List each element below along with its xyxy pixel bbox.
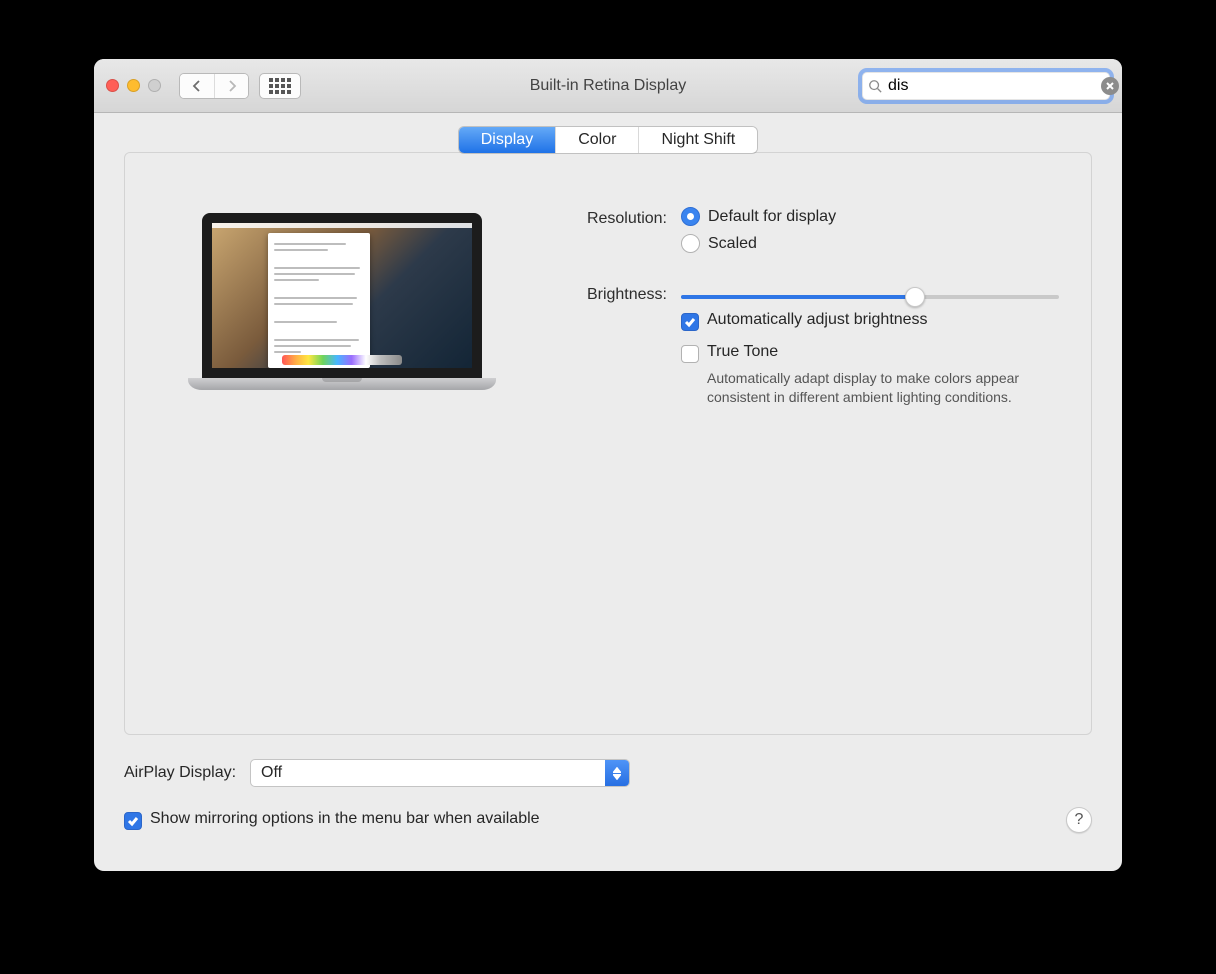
resolution-row: Resolution: Default for display Scaled (547, 207, 1059, 261)
back-button[interactable] (180, 74, 214, 98)
airplay-value: Off (251, 764, 605, 782)
brightness-label: Brightness: (547, 283, 667, 304)
auto-brightness-checkbox[interactable]: Automatically adjust brightness (681, 311, 1059, 331)
airplay-label: AirPlay Display: (124, 764, 236, 782)
clear-search-button[interactable] (1101, 77, 1119, 95)
resolution-default-label: Default for display (708, 208, 836, 226)
window-controls (106, 79, 161, 92)
macbook-image (202, 213, 482, 390)
true-tone-label: True Tone (707, 343, 778, 361)
display-panel: Resolution: Default for display Scaled (124, 152, 1092, 735)
true-tone-description: Automatically adapt display to make colo… (707, 369, 1059, 407)
help-button[interactable]: ? (1066, 807, 1092, 833)
search-field[interactable] (862, 72, 1110, 100)
brightness-slider[interactable] (681, 295, 1059, 299)
close-window-button[interactable] (106, 79, 119, 92)
mirroring-row: Show mirroring options in the menu bar w… (124, 807, 1092, 833)
resolution-label: Resolution: (547, 207, 667, 228)
footer: AirPlay Display: Off Show mirroring opti… (124, 735, 1092, 853)
forward-button[interactable] (214, 74, 248, 98)
mirroring-label: Show mirroring options in the menu bar w… (150, 810, 540, 828)
resolution-scaled-radio[interactable]: Scaled (681, 234, 1059, 253)
resolution-scaled-label: Scaled (708, 235, 757, 253)
device-preview (157, 203, 527, 704)
airplay-row: AirPlay Display: Off (124, 759, 1092, 787)
tab-night-shift[interactable]: Night Shift (638, 127, 757, 153)
resolution-default-radio[interactable]: Default for display (681, 207, 1059, 226)
show-all-button[interactable] (259, 73, 301, 99)
minimize-window-button[interactable] (127, 79, 140, 92)
grid-icon (269, 78, 291, 94)
search-icon (868, 79, 882, 93)
content-area: Display Color Night Shift (94, 113, 1122, 871)
airplay-select[interactable]: Off (250, 759, 630, 787)
nav-buttons (179, 73, 249, 99)
toolbar: Built-in Retina Display (94, 59, 1122, 113)
settings-column: Resolution: Default for display Scaled (547, 203, 1059, 704)
mirroring-checkbox[interactable]: Show mirroring options in the menu bar w… (124, 810, 540, 830)
search-input[interactable] (888, 77, 1095, 95)
true-tone-checkbox[interactable]: True Tone (681, 343, 1059, 363)
display-prefs-window: Built-in Retina Display Display Color Ni… (94, 59, 1122, 871)
tab-bar: Display Color Night Shift (124, 127, 1092, 153)
brightness-row: Brightness: Automatically adjust brightn… (547, 283, 1059, 407)
tab-color[interactable]: Color (555, 127, 638, 153)
select-arrows-icon (605, 760, 629, 786)
x-icon (1106, 82, 1114, 90)
tab-display[interactable]: Display (459, 127, 555, 153)
auto-brightness-label: Automatically adjust brightness (707, 311, 928, 329)
zoom-window-button[interactable] (148, 79, 161, 92)
